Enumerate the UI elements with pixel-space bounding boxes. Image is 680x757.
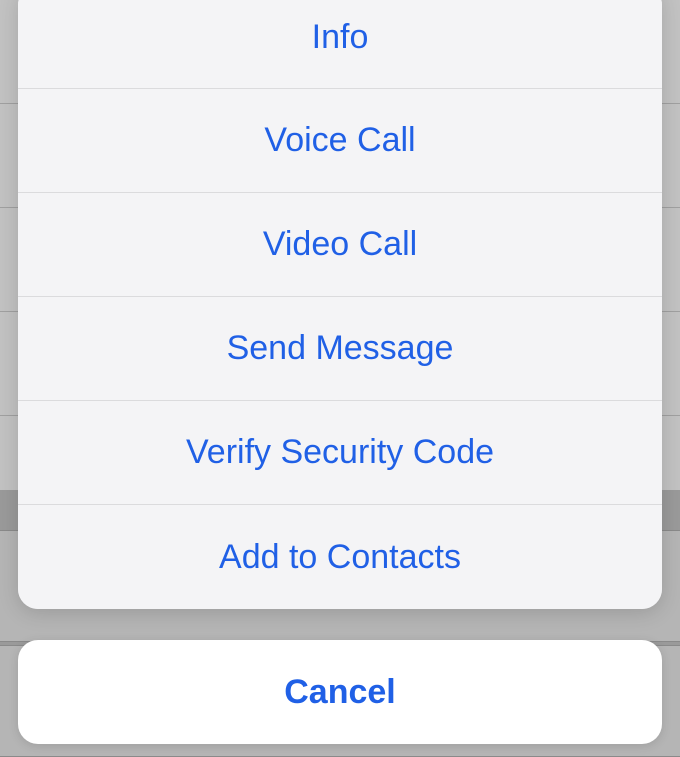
cancel-button[interactable]: Cancel (18, 640, 662, 744)
action-video-call[interactable]: Video Call (18, 193, 662, 297)
action-sheet: Info Voice Call Video Call Send Message … (18, 0, 662, 609)
action-label: Voice Call (264, 121, 415, 160)
action-add-to-contacts[interactable]: Add to Contacts (18, 505, 662, 609)
action-info[interactable]: Info (18, 0, 662, 89)
action-voice-call[interactable]: Voice Call (18, 89, 662, 193)
action-label: Info (312, 18, 369, 57)
action-verify-security-code[interactable]: Verify Security Code (18, 401, 662, 505)
action-send-message[interactable]: Send Message (18, 297, 662, 401)
action-label: Video Call (263, 225, 417, 264)
action-label: Send Message (227, 329, 454, 368)
cancel-label: Cancel (284, 673, 396, 712)
action-label: Add to Contacts (219, 538, 461, 577)
action-label: Verify Security Code (186, 433, 494, 472)
